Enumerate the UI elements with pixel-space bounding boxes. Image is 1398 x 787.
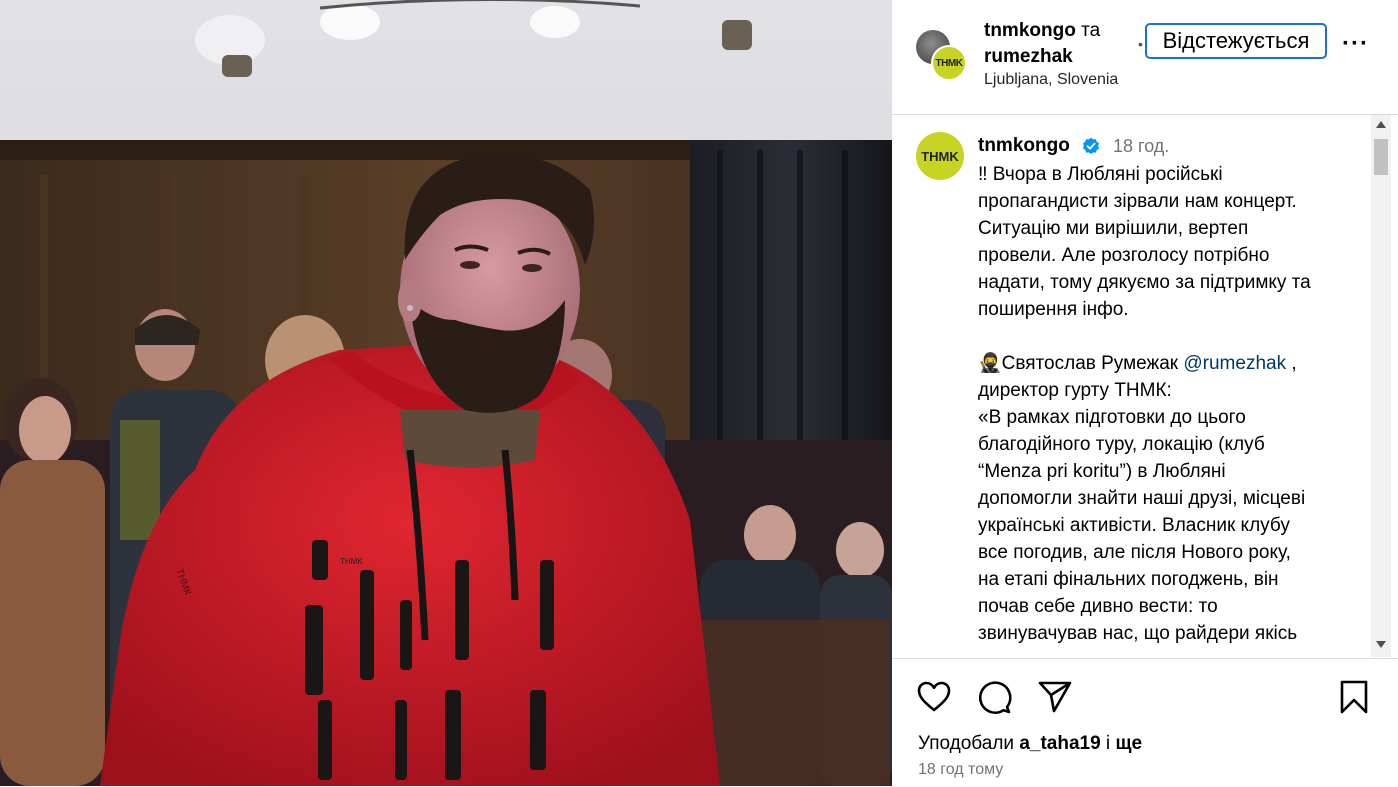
- more-options-button[interactable]: ···: [1342, 30, 1369, 58]
- caption-avatar-text: THMK: [921, 148, 959, 164]
- caption-line-2-prefix: 🥷Святослав Румежак: [978, 353, 1184, 374]
- comment-icon[interactable]: [976, 679, 1012, 715]
- comments-scrollbar[interactable]: [1371, 115, 1391, 657]
- likes-prefix: Уподобали: [918, 733, 1020, 754]
- collab-connector: та: [1081, 20, 1101, 41]
- liker-username-link[interactable]: a_taha19: [1019, 733, 1100, 754]
- collab-names: tnmkongo та rumezhak: [984, 18, 1100, 70]
- caption-username[interactable]: tnmkongo: [978, 135, 1070, 157]
- location-link[interactable]: Ljubljana, Slovenia: [984, 71, 1118, 89]
- caption-time[interactable]: 18 год.: [1113, 136, 1169, 157]
- avatar-tnmkongo[interactable]: THMK: [931, 45, 967, 81]
- comments-section: THMK tnmkongo 18 год. ‼ Вчора в Любляні …: [892, 115, 1398, 657]
- caption-line-2-suffix: ,: [1286, 353, 1297, 374]
- likes-suffix: і: [1100, 733, 1116, 754]
- caption-para-2: директор гурту ТНМК: «В рамках підготовк…: [978, 380, 1306, 644]
- hoodie-logo: THMK: [340, 557, 363, 566]
- likes-more-link[interactable]: ще: [1115, 733, 1142, 754]
- username-link-rumezhak[interactable]: rumezhak: [984, 46, 1073, 67]
- caption-text: ‼ Вчора в Любляні російські пропагандист…: [978, 161, 1358, 647]
- post-image: THMK ТНМК: [0, 0, 892, 786]
- scroll-down-arrow-icon[interactable]: [1376, 641, 1386, 648]
- send-icon[interactable]: [1037, 679, 1073, 715]
- following-button[interactable]: Відстежується: [1145, 23, 1327, 59]
- bookmark-icon[interactable]: [1336, 679, 1372, 715]
- mention-link-rumezhak[interactable]: @rumezhak: [1183, 353, 1286, 374]
- separator-dot: •: [1138, 36, 1143, 52]
- heart-icon[interactable]: [916, 679, 952, 715]
- post-panel: THMK tnmkongo та rumezhak • Відстежуєтьс…: [892, 0, 1398, 786]
- post-header: THMK tnmkongo та rumezhak • Відстежуєтьс…: [892, 0, 1398, 115]
- scrollbar-thumb[interactable]: [1374, 139, 1388, 175]
- caption-para-1: ‼ Вчора в Любляні російські пропагандист…: [978, 164, 1311, 320]
- scroll-up-arrow-icon[interactable]: [1376, 121, 1386, 128]
- likes-summary: Уподобали a_taha19 і ще: [918, 733, 1142, 755]
- caption-avatar[interactable]: THMK: [916, 132, 964, 180]
- avatar-logo-text: THMK: [935, 57, 963, 69]
- collab-avatars[interactable]: THMK: [916, 30, 968, 82]
- username-link-tnmkongo[interactable]: tnmkongo: [984, 20, 1076, 41]
- post-timestamp[interactable]: 18 год тому: [918, 761, 1003, 779]
- action-bar: Уподобали a_taha19 і ще 18 год тому: [892, 658, 1398, 787]
- verified-badge-icon: [1083, 137, 1099, 154]
- post-photo[interactable]: THMK ТНМК: [0, 0, 892, 786]
